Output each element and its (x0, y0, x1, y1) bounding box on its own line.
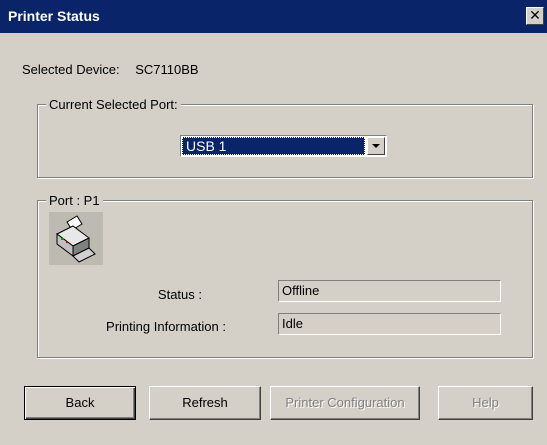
current-port-legend: Current Selected Port: (46, 97, 181, 112)
window-title: Printer Status (8, 8, 100, 24)
printer-icon-graphic (56, 215, 96, 263)
back-button[interactable]: Back (24, 386, 136, 420)
selected-device-label: Selected Device: (22, 62, 120, 77)
port-status-group: Port : P1 Status : Offline Printing Info… (37, 193, 533, 358)
close-button[interactable]: ✕ (526, 7, 544, 25)
current-port-group: Current Selected Port: USB 1 (37, 97, 533, 178)
port-status-legend: Port : P1 (46, 193, 103, 208)
printing-information-field: Idle (278, 313, 501, 335)
help-button[interactable]: Help (438, 386, 533, 420)
printing-information-label: Printing Information : (106, 319, 226, 334)
close-icon: ✕ (529, 7, 541, 23)
printer-configuration-button[interactable]: Printer Configuration (270, 386, 420, 420)
selected-device-row: Selected Device: SC7110BB (22, 62, 199, 77)
printer-status-dialog: Printer Status ✕ Selected Device: SC7110… (0, 0, 547, 445)
printer-icon (49, 212, 103, 265)
chevron-down-icon[interactable] (367, 137, 385, 155)
status-label: Status : (157, 287, 202, 302)
title-bar[interactable]: Printer Status ✕ (0, 0, 547, 33)
status-field: Offline (278, 280, 501, 302)
port-select[interactable]: USB 1 (180, 135, 387, 157)
selected-device-value: SC7110BB (135, 62, 199, 77)
port-select-value[interactable]: USB 1 (182, 137, 365, 155)
refresh-button[interactable]: Refresh (149, 386, 261, 420)
